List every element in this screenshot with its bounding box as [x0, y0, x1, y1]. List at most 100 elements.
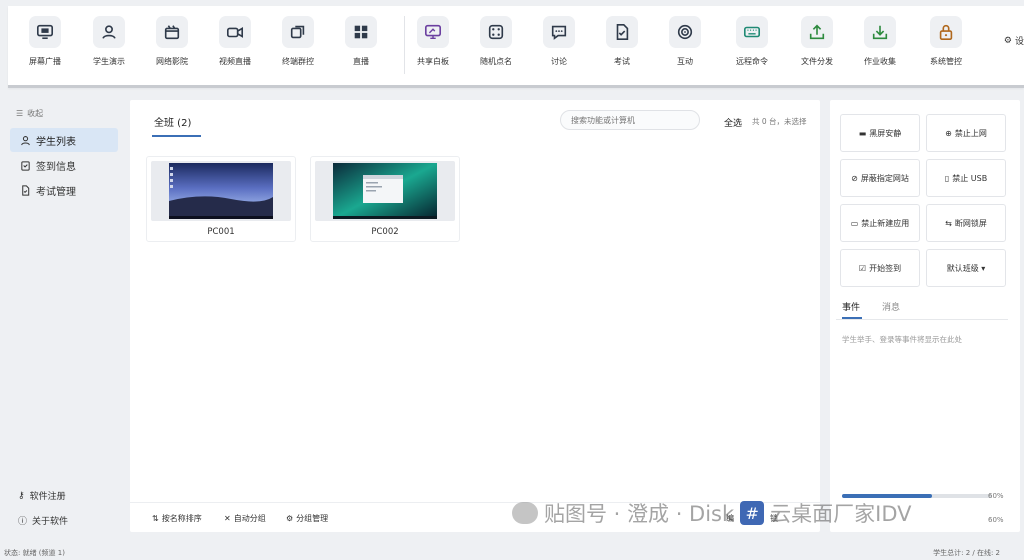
- toolbar-exam-button[interactable]: 考试: [591, 16, 653, 78]
- toolbar-random-rollcall-button[interactable]: 随机点名: [465, 16, 527, 78]
- tab-messages[interactable]: 消息: [882, 300, 900, 319]
- tab-whole-class[interactable]: 全班 (2): [152, 114, 202, 137]
- clipboard-check-icon: ☑: [858, 263, 867, 273]
- control-label: 开始签到: [869, 263, 902, 273]
- toolbar-label: 作业收集: [864, 57, 896, 66]
- toolbar-label: 直播: [353, 57, 369, 66]
- tab-events[interactable]: 事件: [842, 300, 863, 319]
- globe-icon: ⊕: [945, 128, 952, 138]
- block-internet-button[interactable]: ⊕ 禁止上网: [926, 114, 1006, 152]
- volume-percent: 60%: [988, 492, 1004, 500]
- clapperboard-icon: [156, 16, 188, 48]
- sidebar-item-label: 学生列表: [36, 136, 76, 148]
- multi-window-icon: [282, 16, 314, 48]
- block-usb-button[interactable]: ▯ 禁止 USB: [926, 159, 1006, 197]
- toolbar-terminal-group-control-button[interactable]: 终端群控: [267, 16, 329, 78]
- target-icon: [669, 16, 701, 48]
- toolbar-label: 共享白板: [417, 57, 449, 66]
- sidebar-about-button[interactable]: ⓘ 关于软件: [18, 514, 68, 527]
- control-label: 默认班级 ▾: [946, 263, 986, 273]
- disconnect-lock-button[interactable]: ⇆ 断网锁屏: [926, 204, 1006, 242]
- toolbar-shared-whiteboard-button[interactable]: 共享白板: [402, 16, 464, 78]
- group-manage-button[interactable]: ⚙ 分组管理: [286, 513, 328, 524]
- control-label: 禁止 USB: [952, 173, 988, 183]
- toolbar-label: 远程命令: [736, 57, 768, 66]
- toolbar-remote-command-button[interactable]: 远程命令: [721, 16, 783, 78]
- sidebar-item-student-list[interactable]: 学生列表: [10, 128, 118, 152]
- computer-card[interactable]: PC001: [146, 156, 296, 242]
- desktop-thumbnail: [151, 161, 291, 221]
- selection-info: 共 0 台，未选择: [752, 117, 807, 126]
- shuffle-icon: ✕: [224, 514, 231, 523]
- computer-list-panel: 全班 (2) 全选 共 0 台，未选择: [130, 100, 820, 532]
- watermark: 贴图号 · 澄成 · Disk # 云桌面厂家IDV: [512, 498, 912, 528]
- desktop-thumbnail: [315, 161, 455, 221]
- toolbar-homework-collect-button[interactable]: 作业收集: [849, 16, 911, 78]
- control-label: 黑屏安静: [869, 128, 902, 138]
- monitor-icon: [29, 16, 61, 48]
- toolbar-file-distribution-button[interactable]: 文件分发: [786, 16, 848, 78]
- auto-group-button[interactable]: ✕ 自动分组: [224, 513, 266, 524]
- register-label: 软件注册: [29, 492, 66, 502]
- gear-icon: ⚙: [286, 514, 294, 523]
- toolbar-live-button[interactable]: 直播: [330, 16, 392, 78]
- block-new-app-button[interactable]: ▭ 禁止新建应用: [840, 204, 920, 242]
- computer-card[interactable]: PC002: [310, 156, 460, 242]
- control-label: 禁止上网: [954, 128, 987, 138]
- user-icon: [21, 135, 30, 145]
- collapse-label: 收起: [27, 109, 44, 118]
- status-text: 状态: 就绪 (频道 1): [4, 549, 65, 557]
- events-tabs: 事件 消息: [836, 300, 1008, 320]
- black-screen-button[interactable]: ▬ 黑屏安静: [840, 114, 920, 152]
- sidebar-item-label: 考试管理: [36, 186, 76, 198]
- about-label: 关于软件: [32, 517, 69, 527]
- app-window-icon: ▭: [850, 218, 859, 228]
- auto-group-label: 自动分组: [233, 514, 266, 523]
- toolbar-discussion-button[interactable]: 讨论: [528, 16, 590, 78]
- user-icon: [93, 16, 125, 48]
- toolbar-network-cinema-button[interactable]: 网络影院: [141, 16, 203, 78]
- toolbar-label: 互动: [677, 57, 693, 66]
- screen-dark-icon: ▬: [858, 128, 867, 138]
- toolbar-label: 文件分发: [801, 57, 833, 66]
- lock-icon: [930, 16, 962, 48]
- toolbar-label: 学生演示: [93, 57, 125, 66]
- clipboard-icon: [21, 160, 30, 171]
- group-manage-label: 分组管理: [296, 514, 329, 523]
- toolbar-interaction-button[interactable]: 互动: [654, 16, 716, 78]
- toolbar-video-live-button[interactable]: 视频直播: [204, 16, 266, 78]
- toolbar-label: 网络影院: [156, 57, 188, 66]
- toolbar-label: 屏幕广播: [29, 57, 61, 66]
- toolbar-settings-button[interactable]: ⚙ 设: [1004, 34, 1024, 48]
- document-icon: [22, 184, 30, 196]
- control-panel: ▬ 黑屏安静 ⊕ 禁止上网 ⊘ 屏蔽指定网站 ▯ 禁止 USB ▭ 禁止新建应用…: [830, 100, 1020, 532]
- start-signin-button[interactable]: ☑ 开始签到: [840, 249, 920, 287]
- key-icon: ⚷: [18, 490, 25, 501]
- left-sidebar: ☰ 收起 学生列表 签到信息 考试管理 ⚷ 软件注册 ⓘ 关于软件: [0, 100, 124, 544]
- grid-icon: [345, 16, 377, 48]
- sidebar-item-exam-management[interactable]: 考试管理: [10, 178, 118, 202]
- select-all-button[interactable]: 全选: [724, 116, 742, 129]
- whiteboard-icon: [417, 16, 449, 48]
- download-icon: [864, 16, 896, 48]
- usb-icon: ▯: [944, 173, 950, 183]
- block-website-button[interactable]: ⊘ 屏蔽指定网站: [840, 159, 920, 197]
- sidebar-register-button[interactable]: ⚷ 软件注册: [18, 489, 66, 503]
- search-input[interactable]: [560, 110, 700, 130]
- watermark-text: 贴图号 · 澄成 · Disk: [544, 502, 735, 526]
- sort-by-name-button[interactable]: ⇅ 按名称排序: [152, 513, 202, 524]
- computer-name: PC001: [207, 227, 235, 237]
- sort-label: 按名称排序: [161, 514, 202, 523]
- toolbar-label: 随机点名: [480, 57, 512, 66]
- events-panel: 事件 消息 学生举手、登录等事件将显示在此处: [836, 300, 1008, 345]
- sidebar-item-signin-info[interactable]: 签到信息: [10, 153, 118, 177]
- sidebar-collapse-button[interactable]: ☰ 收起: [16, 108, 43, 119]
- toolbar-student-demo-button[interactable]: 学生演示: [78, 16, 140, 78]
- toolbar-system-control-button[interactable]: 系统管控: [915, 16, 977, 78]
- block-icon: ⊘: [851, 173, 858, 183]
- toolbar-screen-broadcast-button[interactable]: 屏幕广播: [14, 16, 76, 78]
- default-class-dropdown[interactable]: 默认班级 ▾: [926, 249, 1006, 287]
- wechat-icon: [512, 502, 538, 524]
- control-label: 禁止新建应用: [861, 218, 910, 228]
- toolbar-label: 讨论: [551, 57, 567, 66]
